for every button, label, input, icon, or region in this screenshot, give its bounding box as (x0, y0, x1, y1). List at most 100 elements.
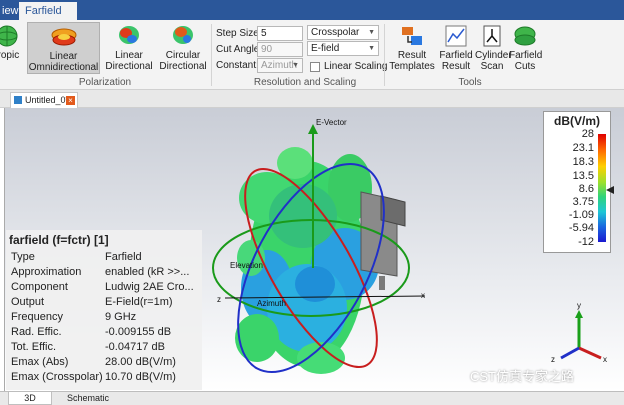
info-row: Type Farfield (11, 251, 201, 266)
info-value: 28.00 dB(V/m) (105, 356, 176, 368)
isotropic-label: tropic (0, 50, 20, 61)
ribbon-tab-bar: iew Farfield Plot (0, 0, 624, 35)
circular-directional-label-1: Circular (165, 50, 201, 61)
info-key: Tot. Effic. (11, 341, 57, 353)
info-key: Frequency (11, 311, 63, 323)
info-row: Emax (Abs) 28.00 dB(V/m) (11, 356, 201, 371)
info-value: -0.009155 dB (105, 326, 172, 338)
omnidirectional-pattern-icon (51, 28, 76, 46)
color-legend: dB(V/m) 28 23.1 18.3 13.5 8.6 3.75 -1.09… (543, 111, 614, 253)
triad-y-label: y (577, 301, 581, 310)
farfield-cuts-label-2: Cuts (514, 61, 536, 72)
document-tab-strip: Untitled_0* × (0, 90, 624, 108)
tab-farfield-plot[interactable]: Farfield Plot (19, 2, 77, 35)
legend-tick: -5.94 (568, 222, 594, 234)
linear-scaling-checkbox[interactable] (310, 62, 320, 72)
info-row: Component Ludwig 2AE Cro... (11, 281, 201, 296)
legend-tick: 18.3 (572, 156, 594, 168)
step-size-label: Step Size: (216, 28, 262, 39)
polarization-group-label: Polarization (78, 77, 132, 88)
legend-tick: 28 (581, 128, 594, 140)
legend-tick: -1.09 (568, 209, 594, 221)
z-axis-label: z (217, 295, 221, 304)
farfield-result-label-2: Result (441, 61, 471, 72)
info-key: Rad. Effic. (11, 326, 62, 338)
colorbar (598, 134, 606, 242)
ribbon-separator (384, 24, 385, 86)
legend-tick: 23.1 (572, 142, 594, 154)
tools-group-label: Tools (458, 77, 482, 88)
circular-pattern-icon (173, 26, 193, 44)
result-templates-label-1: Result (397, 50, 427, 61)
linear-directional-label-1: Linear (115, 50, 143, 61)
legend-title: dB(V/m) (554, 114, 600, 128)
farfield-cuts-label-1: Farfield (509, 50, 543, 61)
cylinder-scan-icon (483, 25, 501, 47)
info-value: 10.70 dB(V/m) (105, 371, 176, 383)
info-value: Ludwig 2AE Cro... (105, 281, 194, 293)
farfield-result-button[interactable]: Farfield Result (437, 22, 475, 74)
info-key: Emax (Crosspolar) (11, 371, 103, 383)
orientation-triad: y x z (551, 301, 607, 364)
field-type-select[interactable]: E-field ▼ (307, 41, 379, 56)
result-templates-button[interactable]: Result Templates (389, 22, 435, 74)
info-row: Frequency 9 GHz (11, 311, 201, 326)
cylinder-scan-label-2: Scan (480, 61, 504, 72)
field-type-value: E-field (311, 43, 340, 54)
linear-omnidirectional-label-1: Linear (49, 51, 78, 62)
cylinder-scan-button[interactable]: Cylinder Scan (475, 22, 512, 74)
bottom-tab-bar: 3D Schematic (0, 391, 624, 405)
linear-scaling-label: Linear Scaling (324, 61, 388, 72)
elevation-label: Elevation (230, 261, 263, 270)
result-templates-label-2: Templates (389, 61, 435, 72)
tab-schematic[interactable]: Schematic (58, 392, 118, 405)
info-row: Approximation enabled (kR >>... (11, 266, 201, 281)
linear-omnidirectional-label-2: Omnidirectional (28, 62, 99, 73)
close-icon[interactable]: × (66, 96, 75, 105)
info-key: Emax (Abs) (11, 356, 69, 368)
chevron-down-icon: ▼ (368, 45, 375, 52)
cst-farfield-window: iew Farfield Plot tropic Linear Omnidire… (0, 0, 624, 405)
legend-tick: 13.5 (572, 170, 594, 182)
info-title: farfield (f=fctr) [1] (9, 233, 109, 247)
isotropic-button[interactable]: tropic (0, 22, 22, 74)
info-row: Rad. Effic. -0.009155 dB (11, 326, 201, 341)
circular-directional-button[interactable]: Circular Directional (158, 22, 208, 74)
linear-directional-button[interactable]: Linear Directional (104, 22, 154, 74)
chevron-down-icon: ▼ (368, 29, 375, 36)
info-key: Type (11, 251, 35, 263)
info-value: enabled (kR >>... (105, 266, 190, 278)
triad-z-label: z (551, 355, 555, 364)
legend-tick: -12 (578, 236, 594, 248)
tab-3d[interactable]: 3D (8, 392, 52, 405)
ribbon: tropic Linear Omnidirectional Linear Dir… (0, 20, 624, 90)
farfield-result-label-1: Farfield (439, 50, 473, 61)
cut-angle-input[interactable]: 90 (257, 42, 303, 57)
info-value: Farfield (105, 251, 142, 263)
directional-pattern-icon (119, 26, 139, 44)
info-key: Output (11, 296, 45, 308)
linear-omnidirectional-button[interactable]: Linear Omnidirectional (27, 22, 100, 74)
constant-label: Constant: (216, 60, 259, 71)
step-size-input[interactable]: 5 (257, 26, 303, 41)
document-icon (14, 96, 22, 104)
info-key: Approximation (11, 266, 82, 278)
farfield-info-panel: farfield (f=fctr) [1] Type Farfield Appro… (6, 230, 202, 390)
farfield-cuts-icon (514, 26, 536, 46)
legend-tick: 3.75 (572, 196, 594, 208)
document-tab-untitled[interactable]: Untitled_0* × (10, 92, 78, 108)
polarization-mode-select[interactable]: Crosspolar ▼ (307, 25, 379, 40)
result-templates-icon (402, 27, 422, 45)
isotropic-icon (0, 25, 18, 47)
triad-x-label: x (603, 355, 607, 364)
farfield-result-chart-icon (445, 25, 467, 47)
constant-select[interactable]: Azimuth ▼ (257, 58, 303, 73)
watermark: CST仿真专家之路 (470, 369, 575, 384)
ribbon-separator (211, 24, 212, 86)
info-row: Tot. Effic. -0.04717 dB (11, 341, 201, 356)
circular-directional-label-2: Directional (159, 61, 207, 72)
info-row: Output E-Field(r=1m) (11, 296, 201, 311)
polarization-mode-value: Crosspolar (311, 27, 360, 38)
info-key: Component (11, 281, 68, 293)
farfield-cuts-button[interactable]: Farfield Cuts (509, 22, 543, 74)
